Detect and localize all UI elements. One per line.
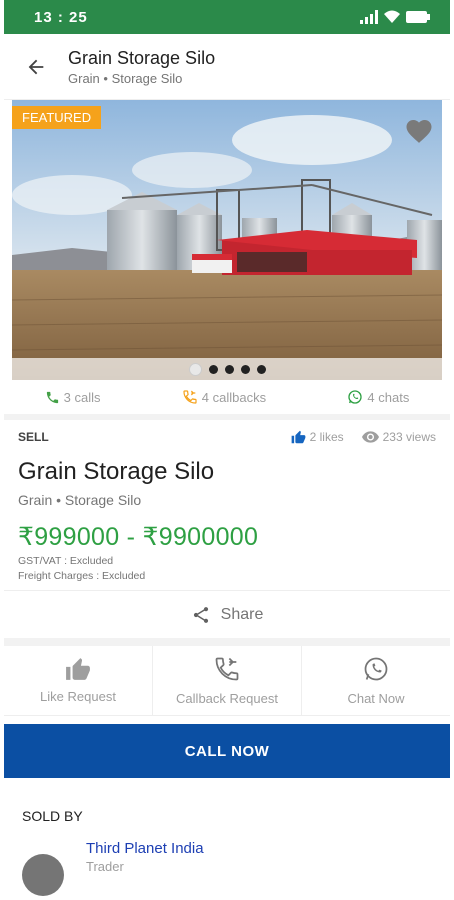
seller-type: Trader [86,859,124,874]
phone-icon [46,391,58,403]
share-button[interactable]: Share [4,590,450,646]
listing-category: Grain • Storage Silo [18,492,142,508]
avatar [22,854,64,896]
calls-count: 3 calls [63,389,101,405]
chat-now-button[interactable]: Chat Now [302,646,450,715]
freight-note: Freight Charges : Excluded [18,570,146,582]
status-icons [360,10,430,24]
call-now-button[interactable]: CALL NOW [4,724,450,778]
price-range: ₹999000 - ₹9900000 [18,523,259,551]
views-label: 233 views [382,430,436,444]
gst-note: GST/VAT : Excluded [18,555,114,567]
views-count: 233 views [361,430,436,444]
likes-label: 2 likes [309,430,344,444]
carousel-dot[interactable] [208,364,218,374]
phone-callback-icon [183,390,197,404]
status-bar: 13 : 25 [4,0,450,34]
seller-name-link[interactable]: Third Planet India [86,840,204,857]
carousel-dot[interactable] [188,362,202,376]
likes-count: 2 likes [291,430,344,444]
wifi-icon [384,10,400,23]
listing-details: SELL 2 likes 233 views Grain Storage Sil… [4,420,450,590]
share-label: Share [220,605,264,623]
signal-icon [360,10,378,24]
listing-title: Grain Storage Silo [18,458,215,485]
carousel-dot[interactable] [224,364,234,374]
heart-icon [406,120,432,143]
sold-by-heading: SOLD BY [22,808,83,824]
whatsapp-icon [364,657,388,681]
carousel-indicator [12,358,442,380]
featured-badge: FEATURED [12,106,102,129]
product-image-carousel[interactable]: FEATURED [12,100,442,380]
carousel-dot[interactable] [240,364,250,374]
thumbs-up-icon [291,430,305,444]
status-time: 13 : 25 [34,8,88,26]
arrow-left-icon [28,59,44,74]
callbacks-count: 4 callbacks [201,389,267,405]
battery-icon [406,11,430,23]
chats-count: 4 chats [367,389,410,405]
share-icon [193,606,208,623]
callback-request-label: Callback Request [176,691,278,706]
whatsapp-icon [348,390,363,404]
page-subtitle: Grain • Storage Silo [68,71,183,86]
like-request-label: Like Request [40,689,116,704]
carousel-dot[interactable] [256,364,266,374]
app-screen: 13 : 25 Grain Storage Silo Grain • Stora… [4,0,450,900]
seller-card[interactable]: Third Planet India Trader [22,840,432,896]
phone-callback-icon [215,657,239,681]
eye-icon [361,431,379,443]
thumbs-up-icon [66,658,90,680]
silo-photo [12,100,442,380]
listing-type: SELL [18,430,49,444]
engagement-stats: 3 calls 4 callbacks 4 chats [4,380,450,420]
sold-by-section: SOLD BY Third Planet India Trader [4,778,450,896]
page-title: Grain Storage Silo [68,48,216,68]
callbacks-stat: 4 callbacks [182,389,266,405]
chat-now-label: Chat Now [347,691,405,706]
favorite-button[interactable] [404,116,434,149]
app-bar: Grain Storage Silo Grain • Storage Silo [4,34,450,100]
action-row: Like Request Callback Request Chat Now [4,646,450,716]
like-request-button[interactable]: Like Request [4,646,153,715]
callback-request-button[interactable]: Callback Request [153,646,302,715]
calls-stat: 3 calls [45,390,101,405]
back-button[interactable] [16,47,56,87]
chats-stat: 4 chats [347,389,409,405]
